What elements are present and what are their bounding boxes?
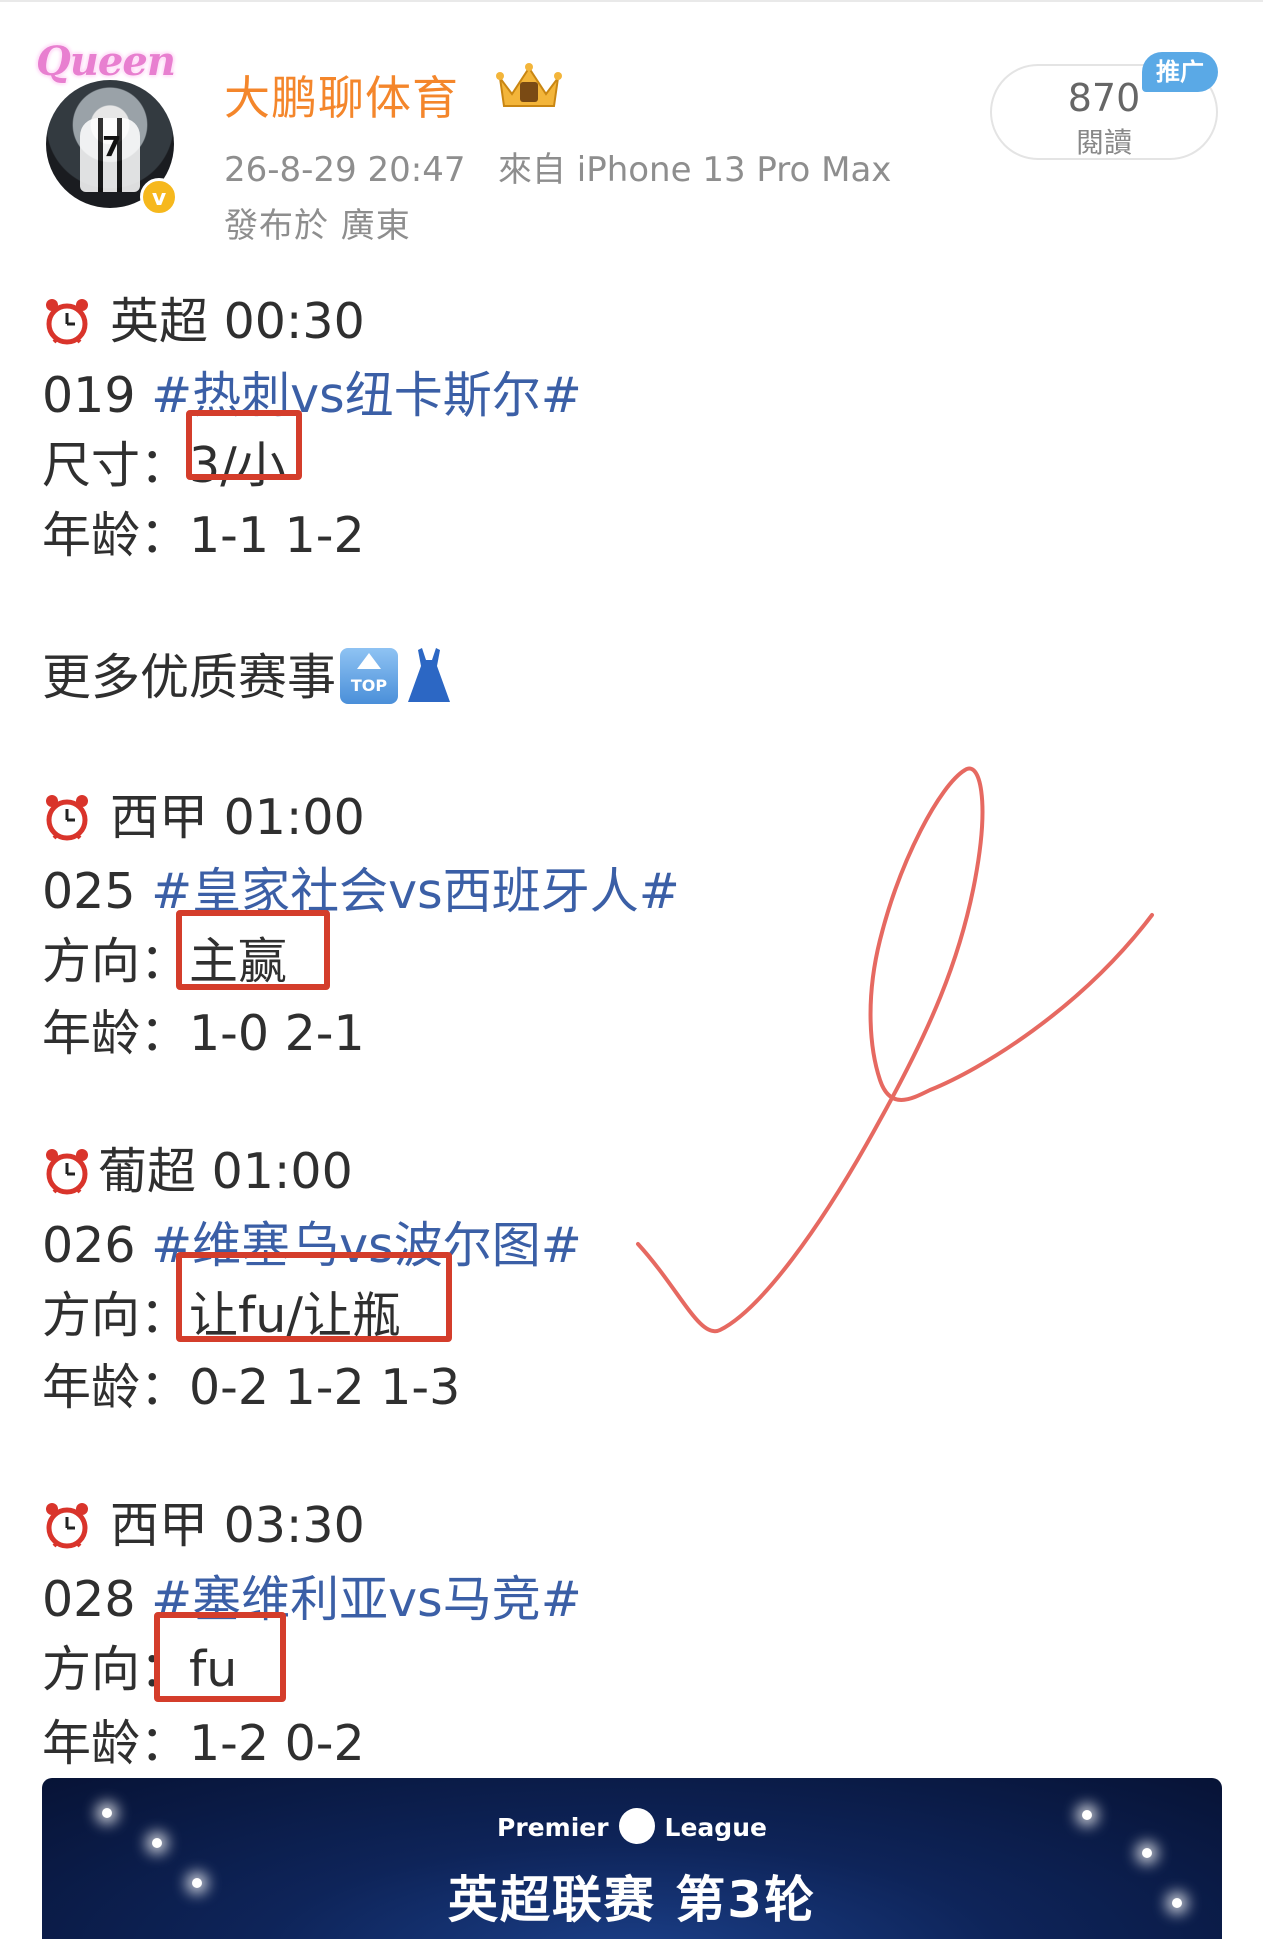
match1-scores: 年龄：1-1 1-2 — [42, 507, 365, 564]
match3-scores: 年龄：0-2 1-2 1-3 — [42, 1359, 461, 1416]
match1-header: 英超 00:30 — [42, 282, 365, 353]
post-location: 發布於 廣東 — [224, 206, 411, 246]
crown-icon — [494, 60, 564, 112]
promo-line: 更多优质赛事 TOP — [42, 638, 454, 709]
match3-id: 026 — [42, 1217, 136, 1274]
avatar-frame-text: Queen — [36, 38, 176, 85]
lion-icon — [618, 1808, 655, 1844]
promo-text: 更多优质赛事 — [42, 649, 337, 706]
match2-league-time: 西甲 01:00 — [110, 789, 365, 846]
post-timestamp: 26-8-29 20:47 — [224, 150, 466, 190]
match2-id: 025 — [42, 863, 136, 920]
alarm-clock-icon — [42, 792, 92, 842]
match2-pick-label: 方向： — [42, 933, 190, 990]
match1-title: 019 #热刺vs纽卡斯尔# — [42, 356, 582, 427]
alarm-clock-icon — [42, 1146, 92, 1196]
promo-badge: 推广 — [1142, 52, 1218, 92]
dress-icon — [404, 646, 454, 706]
match4-pick-label: 方向 — [42, 1641, 141, 1698]
match4-title: 028 #塞维利亚vs马竞# — [42, 1560, 582, 1631]
avatar[interactable]: 7 Queen v — [36, 38, 186, 216]
username[interactable]: 大鹏聊体育 — [224, 62, 459, 128]
verified-badge-icon: v — [140, 178, 178, 216]
match4-league-time: 西甲 03:30 — [110, 1497, 365, 1554]
post-image-banner[interactable]: Premier League 英超联赛 第3轮 — [42, 1778, 1222, 1939]
highlight-box — [176, 1252, 452, 1342]
match4-id: 028 — [42, 1571, 136, 1628]
post-meta-time-source: 26-8-29 20:47 來自 iPhone 13 Pro Max — [224, 142, 891, 191]
match3-header: 葡超 01:00 — [42, 1132, 353, 1203]
match3-league-time: 葡超 01:00 — [98, 1143, 353, 1200]
banner-title: 英超联赛 第3轮 — [447, 1871, 817, 1929]
alarm-clock-icon — [42, 296, 92, 346]
match4-scores: 年龄：1-2 0-2 — [42, 1715, 365, 1772]
highlight-box — [176, 910, 330, 990]
post-source: 來自 iPhone 13 Pro Max — [497, 150, 892, 190]
match4-header: 西甲 03:30 — [42, 1486, 365, 1557]
alarm-clock-icon — [42, 1500, 92, 1550]
match3-pick-label: 方向： — [42, 1287, 190, 1344]
match2-title: 025 #皇家社会vs西班牙人# — [42, 852, 680, 923]
match2-header: 西甲 01:00 — [42, 778, 365, 849]
premier-league-logo: Premier League — [42, 1808, 1222, 1844]
highlight-box — [154, 1612, 286, 1702]
match1-id: 019 — [42, 367, 136, 424]
match1-pick-label: 尺寸： — [42, 437, 190, 494]
match1-league-time: 英超 00:30 — [110, 293, 365, 350]
top-arrow-icon: TOP — [340, 648, 399, 704]
read-label: 閱讀 — [1075, 126, 1132, 159]
highlight-box — [186, 410, 302, 480]
match2-scores: 年龄：1-0 2-1 — [42, 1005, 365, 1062]
top-divider — [0, 0, 1263, 2]
